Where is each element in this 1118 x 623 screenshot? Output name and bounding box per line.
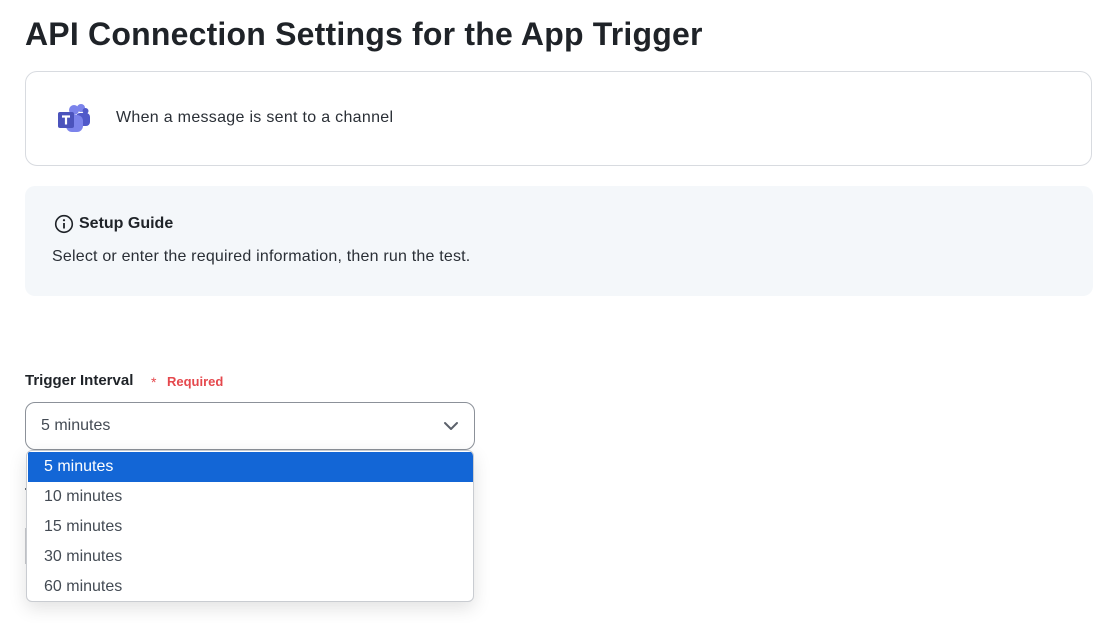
option-10-minutes[interactable]: 10 minutes (28, 482, 473, 512)
setup-guide-description: Select or enter the required information… (52, 248, 471, 265)
trigger-interval-label: Trigger Interval (25, 372, 134, 389)
option-30-minutes[interactable]: 30 minutes (28, 542, 473, 572)
trigger-label: When a message is sent to a channel (116, 109, 394, 126)
chevron-down-icon[interactable] (442, 419, 460, 433)
info-icon (54, 214, 74, 234)
required-badge: Required (167, 374, 224, 389)
required-asterisk: * (151, 374, 157, 390)
setup-guide-panel (25, 186, 1093, 296)
option-60-minutes[interactable]: 60 minutes (28, 572, 473, 601)
teams-icon (58, 104, 90, 132)
setup-guide-title: Setup Guide (79, 215, 174, 232)
page-title: API Connection Settings for the App Trig… (25, 16, 703, 52)
option-5-minutes[interactable]: 5 minutes (28, 452, 473, 482)
option-15-minutes[interactable]: 15 minutes (28, 512, 473, 542)
trigger-interval-dropdown: 5 minutes 10 minutes 15 minutes 30 minut… (26, 450, 474, 602)
trigger-interval-value: 5 minutes (41, 417, 111, 434)
